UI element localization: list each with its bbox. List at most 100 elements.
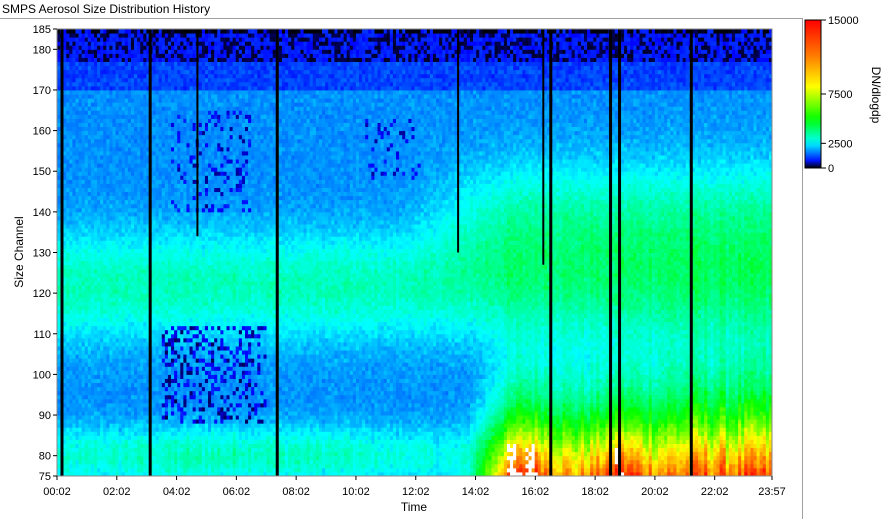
heatmap-cell: [94, 318, 98, 323]
heatmap-cell: [79, 57, 83, 62]
heatmap-cell: [79, 33, 83, 38]
heatmap-cell: [63, 122, 67, 127]
heatmap-cell: [79, 155, 83, 160]
heatmap-cell: [106, 41, 110, 46]
heatmap-cell: [174, 135, 178, 140]
heatmap-cell: [140, 159, 144, 164]
heatmap-cell: [186, 354, 190, 359]
heatmap-cell: [75, 216, 79, 221]
heatmap-cell: [140, 419, 144, 424]
heatmap-cell: [159, 200, 163, 205]
heatmap-cell: [122, 110, 126, 115]
heatmap-cell: [82, 86, 86, 91]
heatmap-cell: [97, 273, 101, 278]
heatmap-cell: [143, 114, 147, 119]
heatmap-cell: [168, 342, 172, 347]
heatmap-cell: [180, 139, 184, 144]
heatmap-cell: [153, 273, 157, 278]
heatmap-cell: [165, 313, 169, 318]
heatmap-cell: [109, 330, 113, 335]
heatmap-cell: [109, 269, 113, 274]
heatmap-cell: [72, 29, 76, 34]
heatmap-cell: [91, 464, 95, 469]
heatmap-cell: [140, 468, 144, 473]
heatmap-cell: [94, 224, 98, 229]
heatmap-cell: [112, 82, 116, 87]
heatmap-cell: [159, 86, 163, 91]
heatmap-cell: [103, 435, 107, 440]
heatmap-cell: [57, 362, 61, 367]
heatmap-cell: [186, 135, 190, 140]
heatmap-cell: [183, 57, 187, 62]
heatmap-cell: [190, 208, 194, 213]
heatmap-cell: [174, 334, 178, 339]
heatmap-cell: [177, 261, 181, 266]
heatmap-cell: [109, 49, 113, 54]
heatmap-cell: [134, 94, 138, 99]
heatmap-cell: [193, 57, 197, 62]
heatmap-cell: [165, 395, 169, 400]
heatmap-cell: [186, 443, 190, 448]
heatmap-cell: [183, 151, 187, 156]
heatmap-cell: [177, 370, 181, 375]
heatmap-cell: [91, 435, 95, 440]
heatmap-cell: [193, 273, 197, 278]
heatmap-cell: [72, 224, 76, 229]
heatmap-cell: [153, 322, 157, 327]
heatmap-cell: [109, 183, 113, 188]
heatmap-cell: [140, 163, 144, 168]
heatmap-cell: [75, 240, 79, 245]
heatmap-cell: [183, 261, 187, 266]
heatmap-cell: [159, 224, 163, 229]
heatmap-cell: [131, 431, 135, 436]
heatmap-cell: [75, 366, 79, 371]
heatmap-cell: [165, 86, 169, 91]
heatmap-cell: [112, 452, 116, 457]
heatmap-cell: [153, 403, 157, 408]
heatmap-cell: [85, 439, 89, 444]
heatmap-cell: [97, 281, 101, 286]
heatmap-cell: [91, 33, 95, 38]
heatmap-cell: [134, 305, 138, 310]
heatmap-cell: [131, 464, 135, 469]
heatmap-cell: [168, 74, 172, 79]
heatmap-cell: [88, 90, 92, 95]
heatmap-cell: [88, 106, 92, 111]
heatmap-cell: [128, 175, 132, 180]
heatmap-cell: [66, 362, 70, 367]
heatmap-cell: [171, 285, 175, 290]
heatmap-cell: [72, 362, 76, 367]
heatmap-cell: [119, 110, 123, 115]
heatmap-cell: [156, 456, 160, 461]
heatmap-cell: [125, 49, 129, 54]
heatmap-cell: [57, 387, 61, 392]
heatmap-cell: [128, 265, 132, 270]
heatmap-cell: [66, 342, 70, 347]
heatmap-cell: [137, 74, 141, 79]
heatmap-cell: [153, 338, 157, 343]
heatmap-cell: [82, 443, 86, 448]
heatmap-cell: [100, 435, 104, 440]
heatmap-cell: [100, 118, 104, 123]
heatmap-cell: [193, 187, 197, 192]
heatmap-cell: [168, 244, 172, 249]
heatmap-cell: [186, 86, 190, 91]
heatmap-cell: [153, 118, 157, 123]
heatmap-cell: [193, 62, 197, 67]
heatmap-cell: [196, 374, 200, 379]
heatmap-cell: [143, 257, 147, 262]
heatmap-cell: [75, 200, 79, 205]
heatmap-cell: [137, 216, 141, 221]
heatmap-cell: [75, 70, 79, 75]
heatmap-cell: [119, 399, 123, 404]
heatmap-cell: [140, 187, 144, 192]
heatmap-cell: [66, 196, 70, 201]
heatmap-cell: [103, 253, 107, 258]
heatmap-cell: [190, 448, 194, 453]
heatmap-cell: [159, 98, 163, 103]
heatmap-cell: [106, 411, 110, 416]
heatmap-cell: [174, 309, 178, 314]
heatmap-cell: [162, 135, 166, 140]
heatmap-cell: [171, 240, 175, 245]
heatmap-cell: [85, 387, 89, 392]
